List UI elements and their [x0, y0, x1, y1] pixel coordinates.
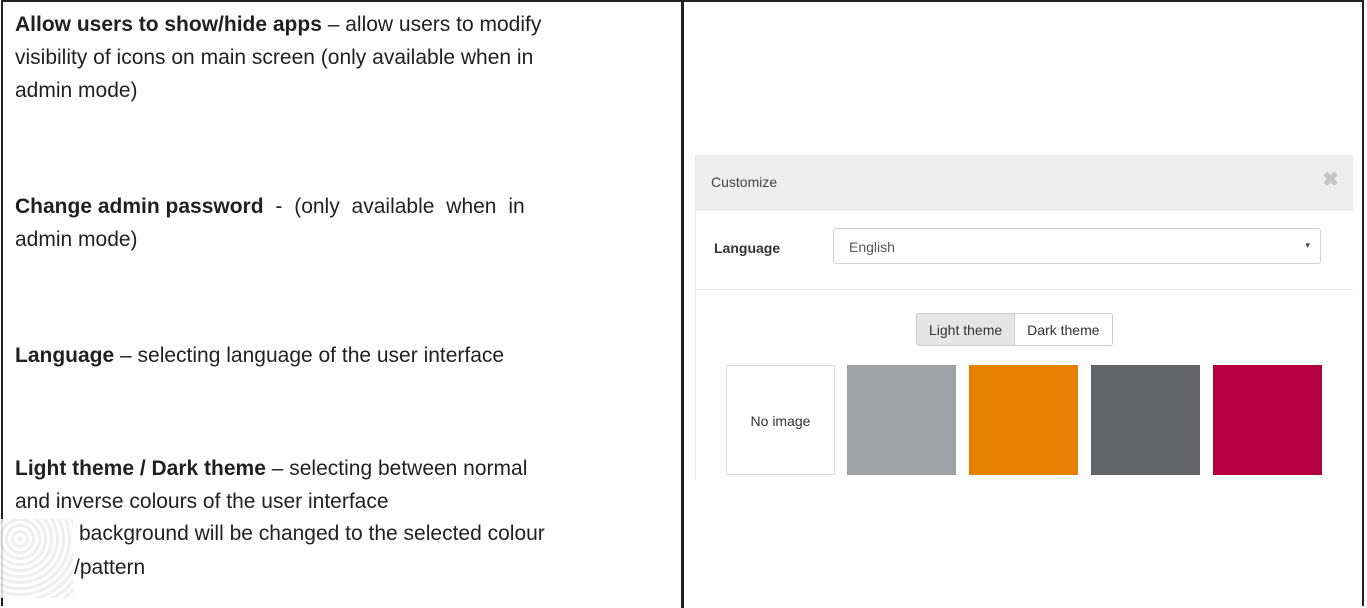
- color-swatch-dark-gray[interactable]: [1091, 365, 1200, 475]
- theme-desc-2: and inverse colours of the user interfac…: [15, 490, 389, 513]
- divider: [696, 289, 1353, 290]
- theme-toggle-group: Light theme Dark theme: [916, 313, 1113, 346]
- chevron-down-icon: ▾: [1305, 240, 1310, 250]
- language-title: Language: [15, 344, 115, 367]
- background-pattern-icon: [0, 519, 73, 598]
- dark-theme-button[interactable]: Dark theme: [1015, 313, 1113, 346]
- theme-paragraph: Light theme / Dark theme – selecting bet…: [15, 452, 670, 518]
- dialog-header: Customize ✖: [696, 155, 1353, 211]
- background-desc-1: background will be changed to the select…: [79, 522, 545, 545]
- allow-apps-desc-1: – allow users to modify: [321, 13, 542, 36]
- light-theme-button[interactable]: Light theme: [916, 313, 1016, 346]
- language-paragraph: Language – selecting language of the use…: [15, 339, 670, 372]
- language-select-value: English: [849, 239, 895, 255]
- column-divider: [681, 0, 684, 608]
- allow-apps-paragraph: Allow users to show/hide apps – allow us…: [15, 8, 670, 107]
- change-password-paragraph: Change admin password - (only available …: [15, 190, 670, 256]
- no-image-swatch[interactable]: No image: [726, 365, 835, 475]
- allow-apps-desc-2: visibility of icons on main screen (only…: [15, 46, 534, 69]
- color-swatch-orange[interactable]: [969, 365, 1078, 475]
- change-password-desc-2: admin mode): [15, 228, 138, 251]
- language-label: Language: [714, 240, 781, 256]
- close-icon[interactable]: ✖: [1322, 170, 1339, 190]
- background-desc-2: /pattern: [74, 556, 146, 579]
- dialog-title: Customize: [711, 174, 778, 190]
- language-desc: – selecting language of the user interfa…: [114, 344, 505, 367]
- color-swatch-crimson[interactable]: [1213, 365, 1322, 475]
- customize-dialog: Customize ✖ Language English ▾ Light the…: [695, 155, 1353, 480]
- theme-desc-1: – selecting between normal: [265, 457, 528, 480]
- change-password-title: Change admin password: [15, 195, 264, 218]
- theme-title: Light theme / Dark theme: [15, 457, 266, 480]
- no-image-label: No image: [750, 413, 811, 429]
- change-password-desc-1: - (only available when in: [263, 195, 525, 218]
- color-swatch-gray[interactable]: [847, 365, 956, 475]
- language-select[interactable]: English ▾: [833, 228, 1321, 264]
- allow-apps-title: Allow users to show/hide apps: [15, 13, 322, 36]
- allow-apps-desc-3: admin mode): [15, 79, 138, 102]
